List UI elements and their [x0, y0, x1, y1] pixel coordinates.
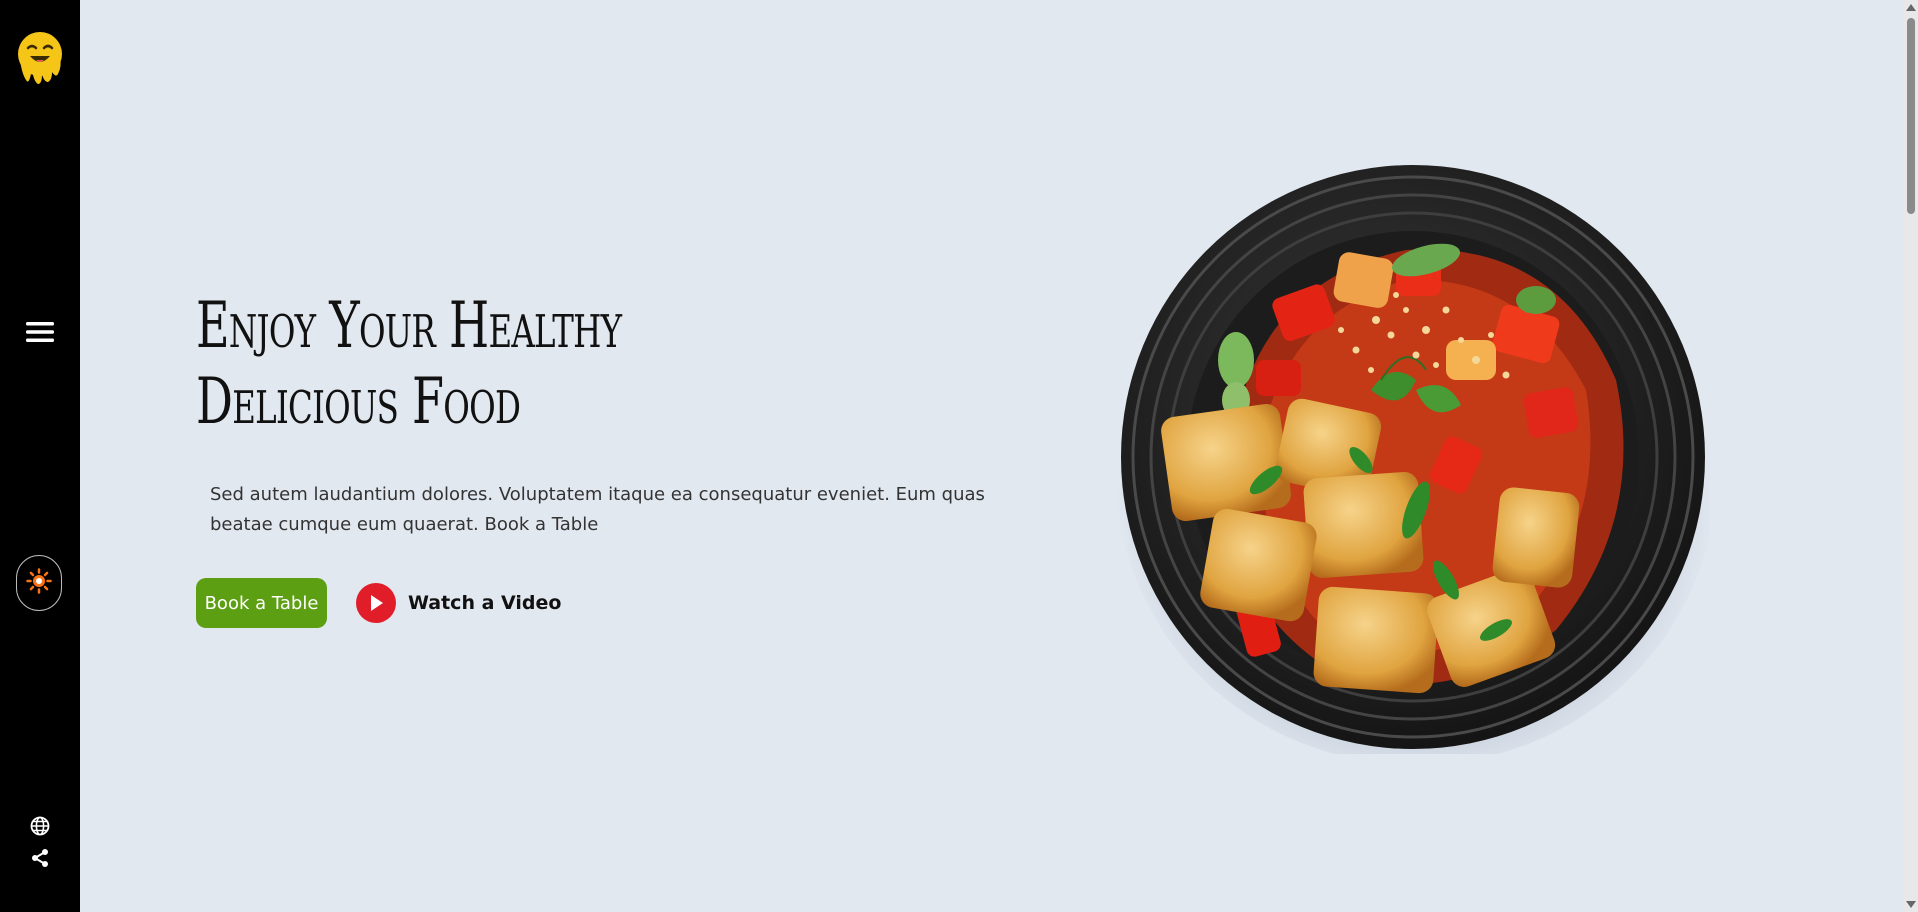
hero-title-line-1: Enjoy Your Healthy: [196, 289, 622, 363]
scroll-down-arrow-icon[interactable]: [1906, 901, 1916, 908]
food-plate-image: [1116, 160, 1716, 765]
watch-video-button[interactable]: Watch a Video: [356, 582, 561, 624]
play-icon: [356, 583, 396, 623]
hero-title-line-2: Delicious Food: [196, 365, 521, 439]
scroll-thumb[interactable]: [1907, 18, 1915, 214]
watch-video-label: Watch a Video: [408, 592, 562, 614]
smiley-logo-icon[interactable]: [16, 30, 64, 86]
hero-description: Sed autem laudantium dolores. Voluptatem…: [210, 484, 985, 535]
hamburger-menu-icon[interactable]: [24, 316, 56, 348]
sun-icon: [26, 567, 52, 599]
book-a-table-button[interactable]: Book a Table: [196, 578, 327, 628]
scroll-up-arrow-icon[interactable]: [1906, 4, 1916, 11]
hero-title: Enjoy Your Healthy Delicious Food: [196, 288, 622, 440]
globe-icon[interactable]: [30, 816, 50, 836]
share-icon[interactable]: [30, 848, 50, 868]
vertical-scrollbar[interactable]: [1904, 0, 1918, 912]
theme-toggle-button[interactable]: [16, 555, 62, 611]
sidebar: [0, 0, 80, 912]
